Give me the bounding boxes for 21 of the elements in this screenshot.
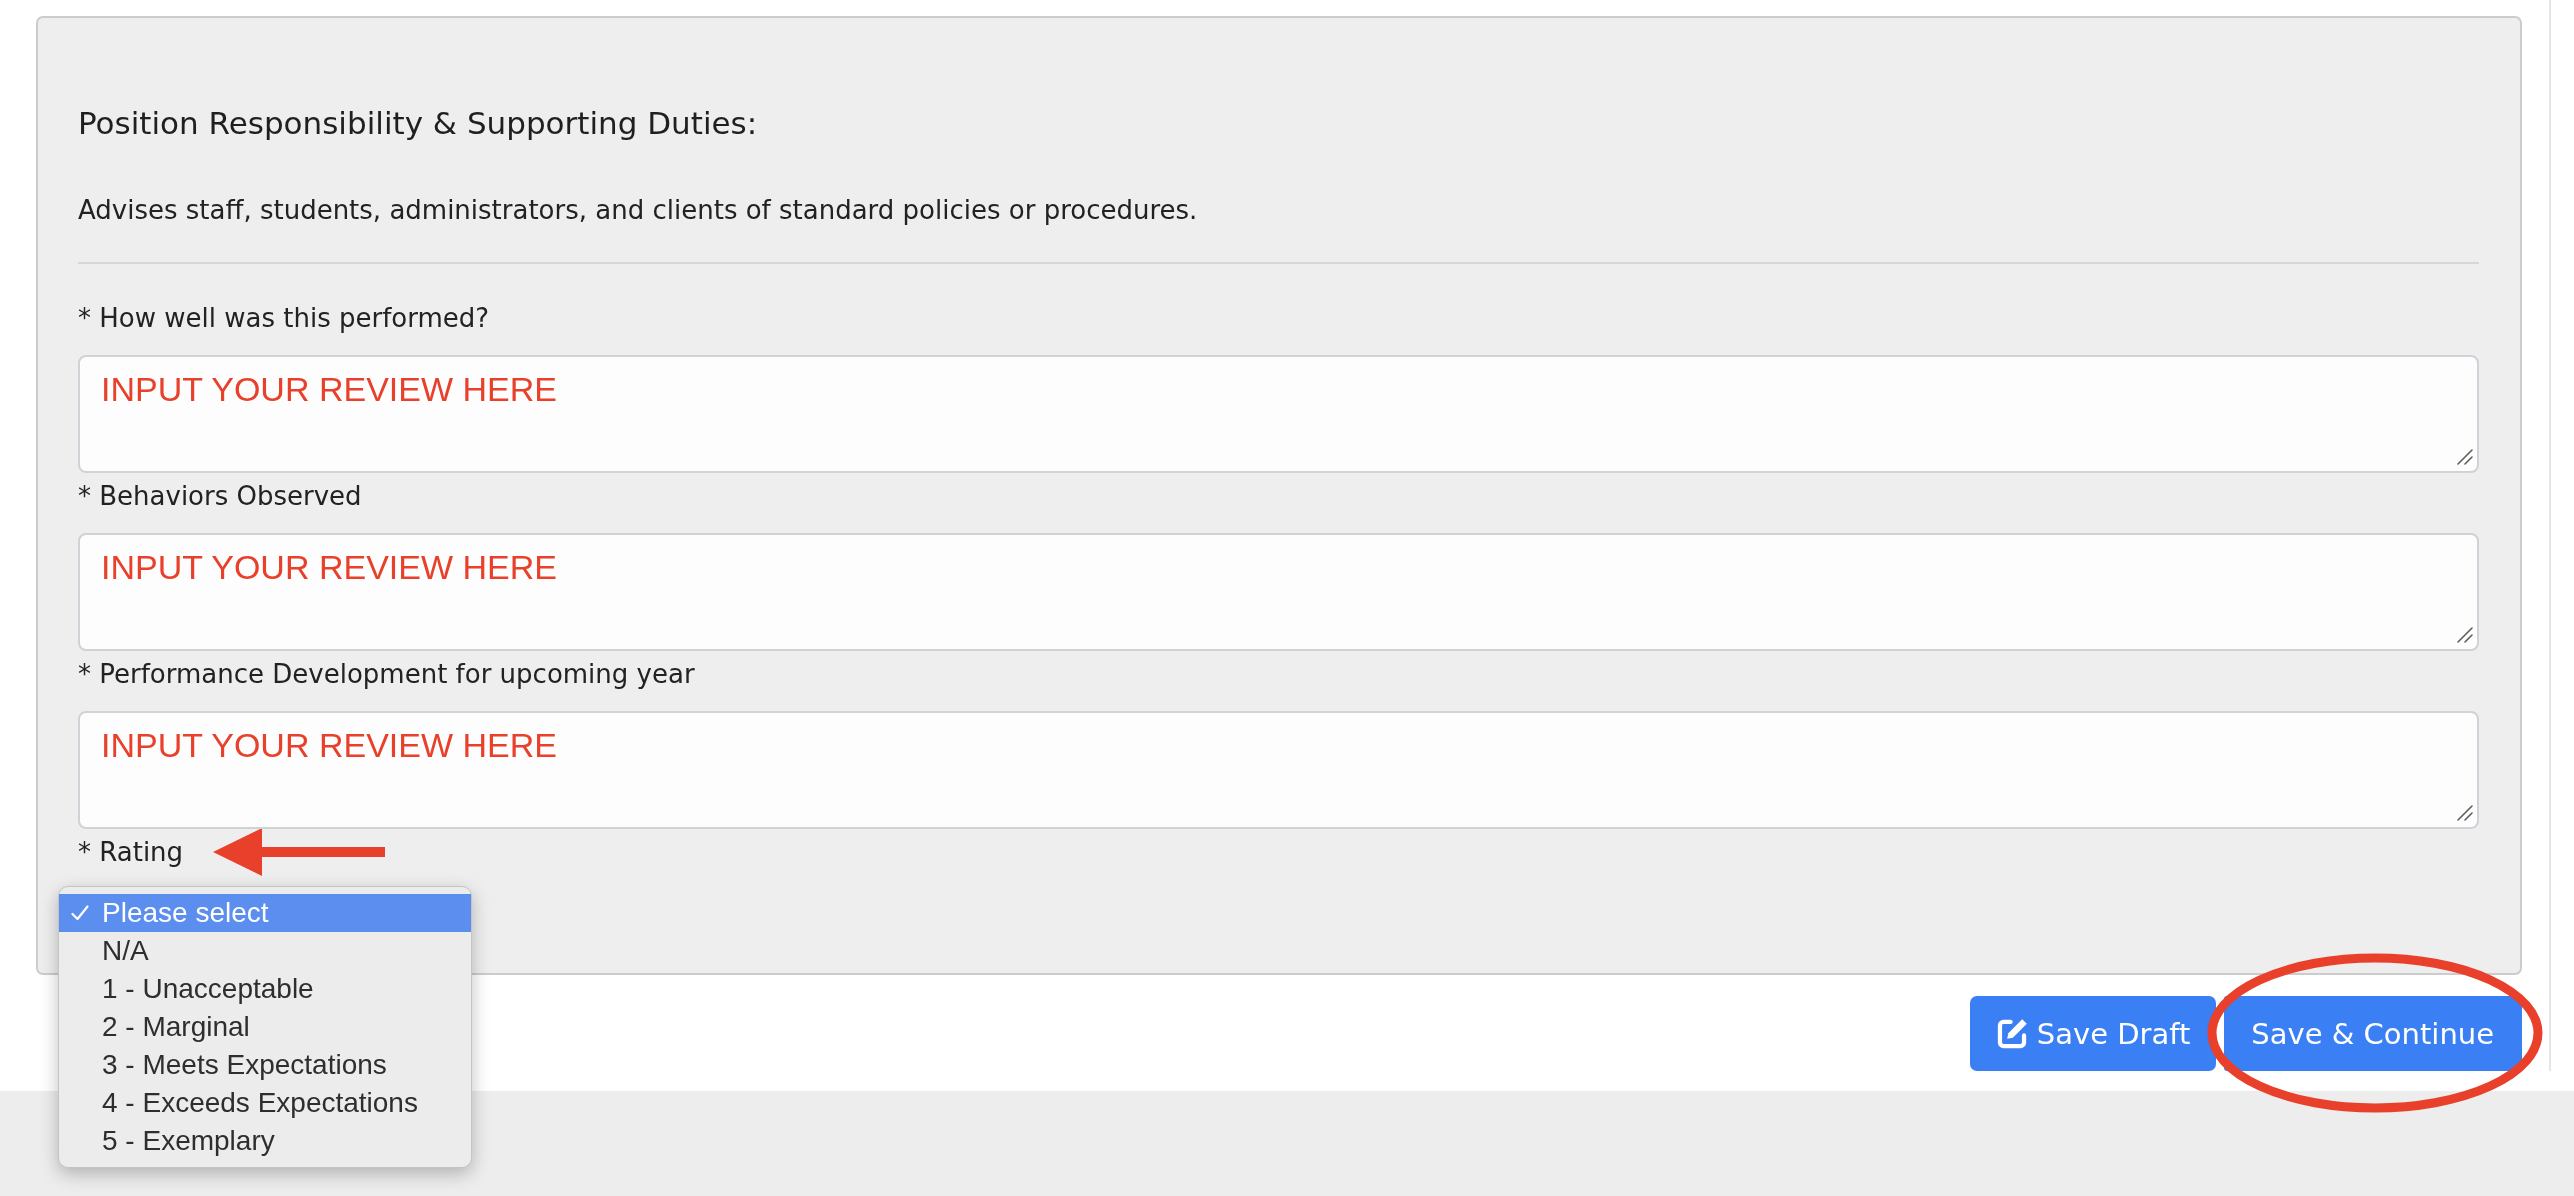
resize-grip-icon[interactable] xyxy=(2457,449,2473,465)
save-continue-button[interactable]: Save & Continue xyxy=(2224,996,2522,1071)
section-description: Advises staff, students, administrators, and clients of standard policies or procedures. xyxy=(78,194,1198,227)
dropdown-option[interactable]: 1 - Unacceptable xyxy=(59,970,471,1008)
field-label: * Rating xyxy=(78,836,184,869)
resize-grip-icon[interactable] xyxy=(2457,627,2473,643)
review-textarea[interactable]: INPUT YOUR REVIEW HERE xyxy=(78,533,2479,651)
dropdown-option[interactable]: 5 - Exemplary xyxy=(59,1122,471,1160)
review-textarea[interactable]: INPUT YOUR REVIEW HERE xyxy=(78,711,2479,829)
dropdown-option[interactable]: N/A xyxy=(59,932,471,970)
field-label: * How well was this performed? xyxy=(78,302,490,335)
resize-grip-icon[interactable] xyxy=(2457,805,2473,821)
dropdown-option[interactable]: 3 - Meets Expectations xyxy=(59,1046,471,1084)
save-draft-button[interactable]: Save Draft xyxy=(1969,996,2217,1071)
review-textarea[interactable]: INPUT YOUR REVIEW HERE xyxy=(78,355,2479,473)
check-icon xyxy=(71,905,89,921)
dropdown-option[interactable]: 2 - Marginal xyxy=(59,1008,471,1046)
field-label: * Performance Development for upcoming year xyxy=(78,658,695,691)
field-label: * Behaviors Observed xyxy=(78,480,362,513)
section-heading: Position Responsibility & Supporting Duties: xyxy=(78,104,758,143)
dropdown-option[interactable]: 4 - Exceeds Expectations xyxy=(59,1084,471,1122)
